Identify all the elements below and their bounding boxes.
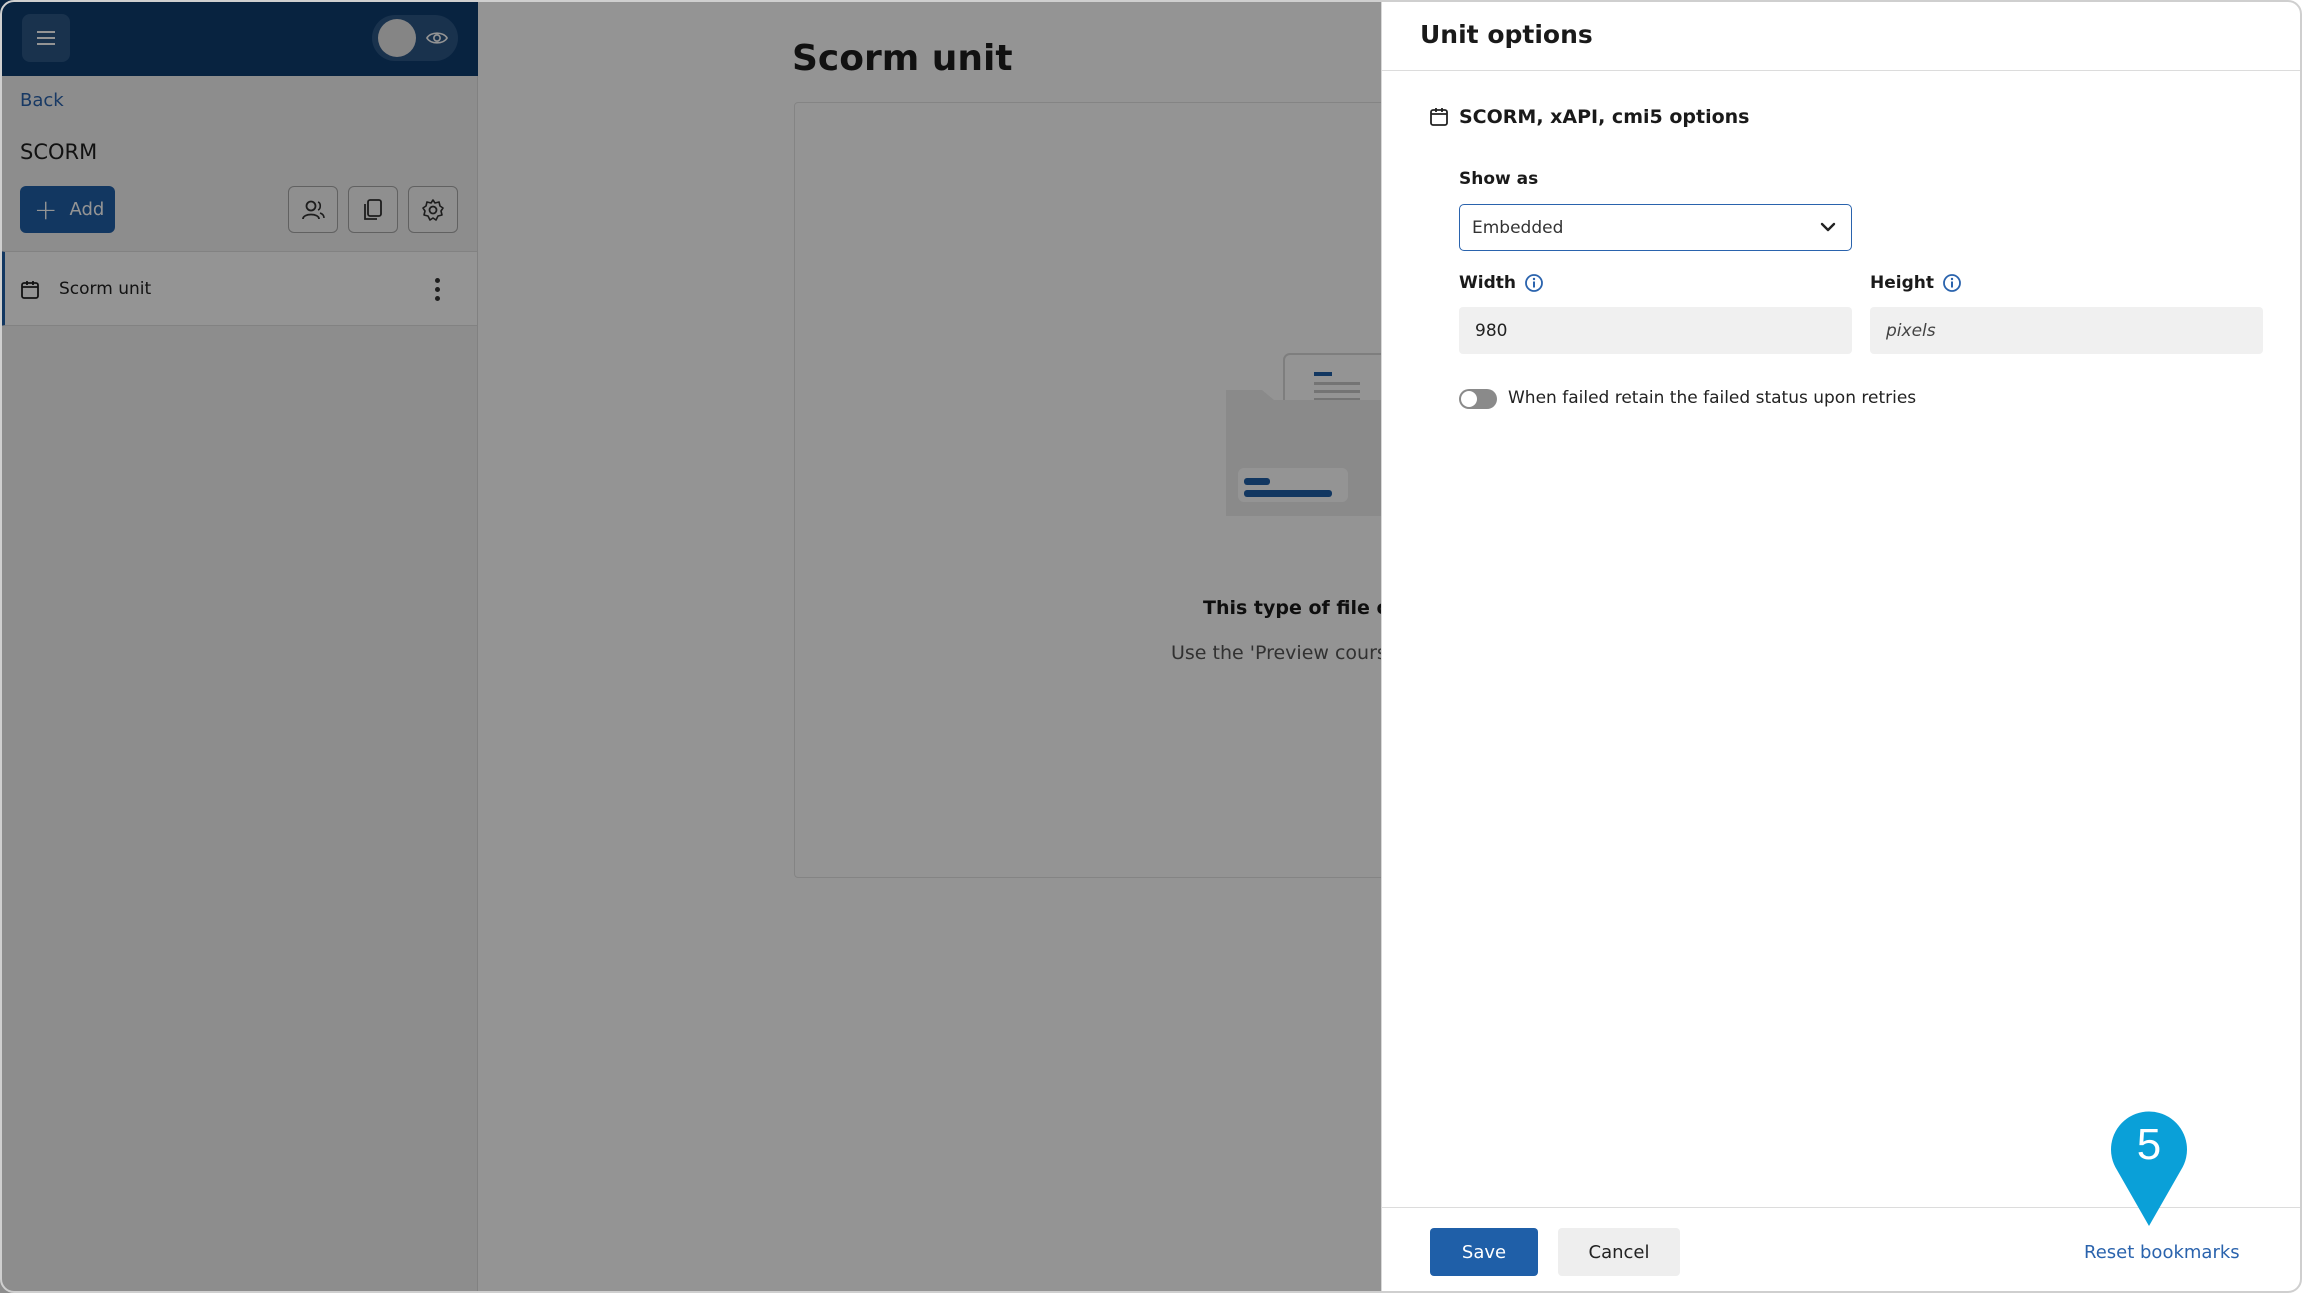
section-title: SCORM, xAPI, cmi5 options [1459, 106, 1750, 128]
show-as-label: Show as [1459, 169, 1538, 189]
height-label-text: Height [1870, 273, 1934, 293]
show-as-select[interactable]: Embedded [1459, 204, 1852, 251]
show-as-value: Embedded [1472, 217, 1564, 238]
width-label-text: Width [1459, 273, 1516, 293]
height-label: Height [1870, 273, 1962, 293]
save-button[interactable]: Save [1430, 1228, 1538, 1276]
cancel-button[interactable]: Cancel [1558, 1228, 1680, 1276]
panel-title: Unit options [1420, 20, 1593, 49]
toggle-knob [1461, 391, 1477, 407]
unit-options-panel: Unit options SCORM, xAPI, cmi5 options S… [1381, 0, 2302, 1293]
height-input[interactable]: pixels [1870, 307, 2263, 354]
info-icon[interactable] [1942, 273, 1962, 293]
width-label: Width [1459, 273, 1544, 293]
retain-failed-status-toggle[interactable] [1459, 389, 1497, 409]
step-marker-number: 5 [2136, 1120, 2162, 1169]
panel-header: Unit options [1382, 0, 2302, 71]
section-header: SCORM, xAPI, cmi5 options [1429, 106, 1749, 128]
height-input-placeholder: pixels [1886, 320, 1936, 341]
width-input[interactable]: 980 [1459, 307, 1852, 354]
modal-backdrop[interactable] [0, 0, 1381, 1293]
info-icon[interactable] [1524, 273, 1544, 293]
scorm-package-icon [1430, 108, 1448, 126]
reset-bookmarks-link[interactable]: Reset bookmarks [2084, 1242, 2240, 1263]
chevron-down-icon [1820, 222, 1836, 232]
show-as-label-text: Show as [1459, 169, 1539, 189]
retain-failed-status-label: When failed retain the failed status upo… [1508, 388, 1917, 408]
width-input-value: 980 [1475, 320, 1508, 341]
